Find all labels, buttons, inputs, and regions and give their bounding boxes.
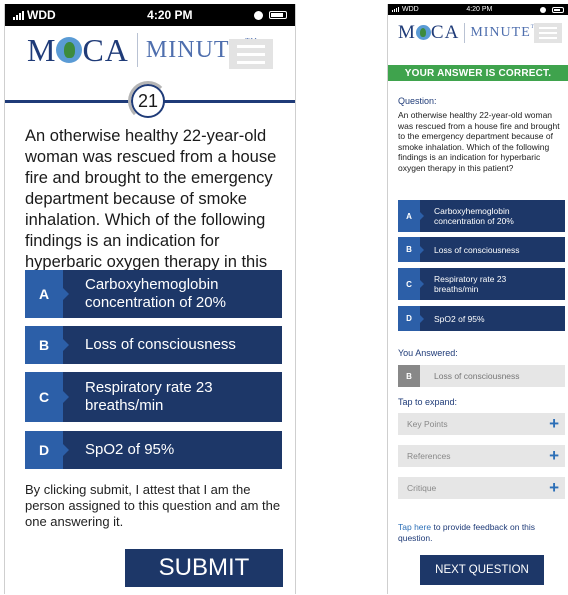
expand-label: Key Points: [407, 419, 448, 429]
option-b: B Loss of consciousness: [398, 237, 565, 262]
plus-icon[interactable]: +: [549, 447, 559, 464]
option-text: Carboxyhemoglobin concentration of 20%: [85, 276, 226, 311]
option-letter: C: [398, 268, 424, 300]
option-d[interactable]: D SpO2 of 95%: [25, 431, 282, 469]
option-a: A Carboxyhemoglobin concentration of 20%: [398, 200, 565, 232]
option-text: SpO2 of 95%: [434, 313, 485, 324]
menu-button[interactable]: [229, 39, 273, 69]
option-letter: A: [398, 200, 424, 232]
option-letter: B: [25, 326, 69, 364]
minute-logo: MINUTETM: [470, 25, 539, 40]
plus-icon[interactable]: +: [549, 415, 559, 432]
signal-icon: [392, 7, 399, 12]
moca-logo: M CA: [398, 22, 460, 43]
carrier-name: WDD: [27, 8, 56, 22]
result-screen: WDD 4:20 PM MCA MINUTETM YOUR ANSWER IS …: [387, 4, 568, 594]
expand-key-points[interactable]: Key Points +: [398, 413, 565, 435]
submit-button[interactable]: SUBMIT: [125, 549, 283, 587]
attestation-text: By clicking submit, I attest that I am t…: [25, 482, 281, 529]
answered-option: B Loss of consciousness: [398, 365, 565, 387]
option-c: C Respiratory rate 23 breaths/min: [398, 268, 565, 300]
question-label: Question:: [398, 96, 437, 106]
expand-label: References: [407, 451, 451, 461]
battery-icon: [551, 6, 564, 13]
expand-critique[interactable]: Critique +: [398, 477, 565, 499]
menu-button[interactable]: [534, 23, 562, 43]
carrier-name: WDD: [402, 6, 419, 13]
you-answered-label: You Answered:: [398, 348, 458, 358]
plus-icon[interactable]: +: [549, 479, 559, 496]
question-screen: WDD 4:20 PM MCA MINUTETM 21 An otherwise…: [4, 4, 296, 594]
signal-icon: [13, 10, 24, 20]
option-text: Respiratory rate 23 breaths/min: [85, 379, 213, 414]
option-a[interactable]: A Carboxyhemoglobin concentration of 20%: [25, 270, 282, 318]
option-letter: D: [398, 306, 424, 331]
question-text: An otherwise healthy 22-year-old woman w…: [25, 127, 277, 292]
clock-icon: [539, 6, 546, 13]
battery-icon: [269, 11, 287, 19]
option-text: Carboxyhemoglobin concentration of 20%: [434, 206, 514, 226]
option-text: Loss of consciousness: [85, 336, 236, 353]
option-d: D SpO2 of 95%: [398, 306, 565, 331]
clock-icon: [254, 10, 263, 20]
moca-logo: M CA: [27, 31, 129, 68]
question-number-badge: 21: [128, 81, 168, 121]
app-header: MCA MINUTETM: [5, 26, 295, 74]
option-letter: D: [25, 431, 69, 469]
option-text: Respiratory rate 23 breaths/min: [434, 274, 507, 294]
expand-label: Critique: [407, 483, 437, 493]
result-banner: YOUR ANSWER IS CORRECT.: [388, 65, 568, 81]
status-time: 4:20 PM: [466, 6, 493, 13]
feedback-text: Tap here to provide feedback on this que…: [398, 522, 568, 544]
answered-text: Loss of consciousness: [434, 371, 520, 381]
status-bar: WDD 4:20 PM: [5, 4, 295, 26]
app-header: MCA MINUTETM: [388, 15, 568, 51]
status-time: 4:20 PM: [147, 8, 193, 22]
tap-to-expand-label: Tap to expand:: [398, 397, 458, 407]
option-letter: C: [25, 372, 69, 422]
option-letter: B: [398, 237, 424, 262]
logo-divider: [136, 33, 138, 67]
question-text: An otherwise healthy 22-year-old woman w…: [398, 110, 560, 173]
expand-references[interactable]: References +: [398, 445, 565, 467]
option-text: Loss of consciousness: [434, 244, 520, 255]
answered-letter: B: [398, 365, 420, 387]
feedback-link[interactable]: Tap here: [398, 522, 431, 532]
option-text: SpO2 of 95%: [85, 441, 175, 458]
logo-divider: [464, 23, 466, 43]
option-c[interactable]: C Respiratory rate 23 breaths/min: [25, 372, 282, 422]
next-question-button[interactable]: NEXT QUESTION: [420, 555, 544, 585]
status-bar: WDD 4:20 PM: [388, 4, 568, 15]
logo-globe-icon: [415, 24, 431, 40]
option-letter: A: [25, 270, 69, 318]
option-b[interactable]: B Loss of consciousness: [25, 326, 282, 364]
logo-globe-icon: [56, 37, 83, 64]
